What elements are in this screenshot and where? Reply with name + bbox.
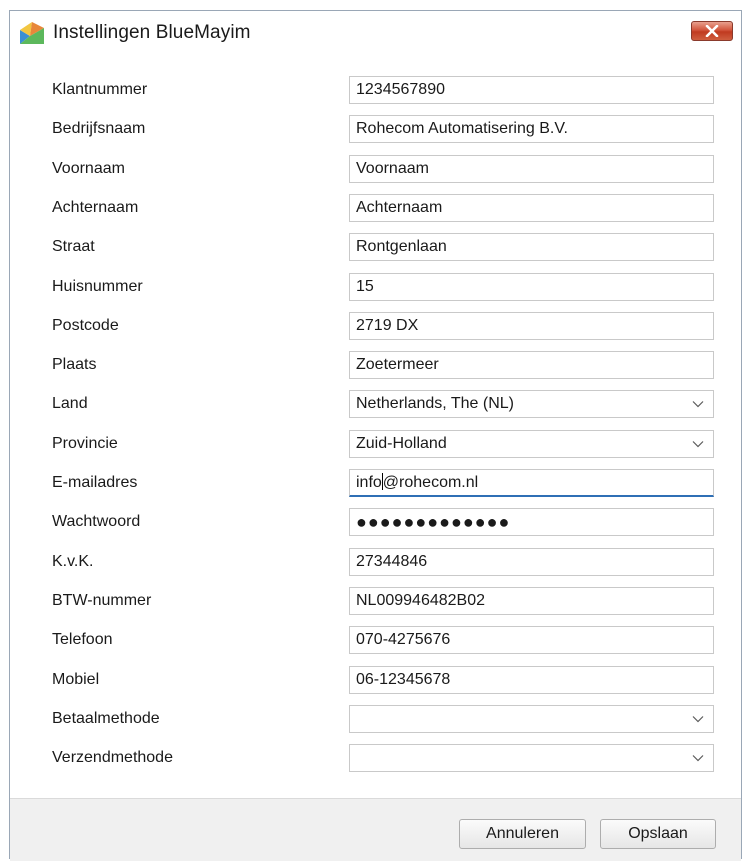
verzendmethode-dropdown[interactable] <box>349 744 714 772</box>
form-row-voornaam: Voornaam Voornaam <box>10 155 741 183</box>
label-mobiel: Mobiel <box>52 671 100 688</box>
btw-nummer-input[interactable]: NL009946482B02 <box>349 587 714 615</box>
form-row-telefoon: Telefoon 070-4275676 <box>10 626 741 654</box>
form-row-k-v-k: K.v.K. 27344846 <box>10 548 741 576</box>
form-row-e-mailadres: E-mailadres info@rohecom.nl <box>10 469 741 497</box>
label-bedrijfsnaam: Bedrijfsnaam <box>52 120 146 137</box>
k-v-k-input[interactable]: 27344846 <box>349 548 714 576</box>
plaats-input[interactable]: Zoetermeer <box>349 351 714 379</box>
form-row-postcode: Postcode 2719 DX <box>10 312 741 340</box>
label-postcode: Postcode <box>52 317 119 334</box>
chevron-down-icon <box>692 401 704 408</box>
form-row-betaalmethode: Betaalmethode <box>10 705 741 733</box>
label-betaalmethode: Betaalmethode <box>52 710 160 727</box>
betaalmethode-dropdown[interactable] <box>349 705 714 733</box>
chevron-down-icon <box>692 716 704 723</box>
label-klantnummer: Klantnummer <box>52 81 148 98</box>
straat-input[interactable]: Rontgenlaan <box>349 233 714 261</box>
chevron-down-icon <box>692 755 704 762</box>
provincie-selected-value: Zuid-Holland <box>356 435 447 452</box>
voornaam-input[interactable]: Voornaam <box>349 155 714 183</box>
app-logo-icon <box>20 22 44 44</box>
e-mailadres-text-after-cursor: @rohecom.nl <box>382 474 479 491</box>
form-row-klantnummer: Klantnummer 1234567890 <box>10 76 741 104</box>
title-bar[interactable]: Instellingen BlueMayim <box>10 11 741 55</box>
land-dropdown[interactable]: Netherlands, The (NL) <box>349 390 714 418</box>
telefoon-input[interactable]: 070-4275676 <box>349 626 714 654</box>
label-btw-nummer: BTW-nummer <box>52 592 152 609</box>
close-button[interactable] <box>691 21 733 41</box>
form-row-btw-nummer: BTW-nummer NL009946482B02 <box>10 587 741 615</box>
form-row-land: Land Netherlands, The (NL) <box>10 390 741 418</box>
settings-dialog: Instellingen BlueMayim Klantnummer 123456… <box>9 10 742 861</box>
chevron-down-icon <box>692 441 704 448</box>
label-telefoon: Telefoon <box>52 631 113 648</box>
achternaam-input[interactable]: Achternaam <box>349 194 714 222</box>
bedrijfsnaam-input[interactable]: Rohecom Automatisering B.V. <box>349 115 714 143</box>
mobiel-input[interactable]: 06-12345678 <box>349 666 714 694</box>
label-verzendmethode: Verzendmethode <box>52 749 173 766</box>
form-row-verzendmethode: Verzendmethode <box>10 744 741 772</box>
postcode-input[interactable]: 2719 DX <box>349 312 714 340</box>
cancel-button[interactable]: Annuleren <box>459 819 586 849</box>
save-button[interactable]: Opslaan <box>600 819 716 849</box>
window-title: Instellingen BlueMayim <box>53 22 251 43</box>
button-bar: Annuleren Opslaan <box>10 798 741 861</box>
close-icon <box>705 25 719 37</box>
form-row-straat: Straat Rontgenlaan <box>10 233 741 261</box>
klantnummer-input[interactable]: 1234567890 <box>349 76 714 104</box>
form-row-provincie: Provincie Zuid-Holland <box>10 430 741 458</box>
land-selected-value: Netherlands, The (NL) <box>356 395 514 412</box>
e-mailadres-text-before-cursor: info <box>356 474 382 491</box>
form-row-mobiel: Mobiel 06-12345678 <box>10 666 741 694</box>
label-straat: Straat <box>52 238 95 255</box>
e-mailadres-input[interactable]: info@rohecom.nl <box>349 469 714 497</box>
form-row-plaats: Plaats Zoetermeer <box>10 351 741 379</box>
label-huisnummer: Huisnummer <box>52 278 143 295</box>
form-row-bedrijfsnaam: Bedrijfsnaam Rohecom Automatisering B.V. <box>10 115 741 143</box>
form-row-achternaam: Achternaam Achternaam <box>10 194 741 222</box>
label-wachtwoord: Wachtwoord <box>52 513 141 530</box>
label-e-mailadres: E-mailadres <box>52 474 138 491</box>
label-plaats: Plaats <box>52 356 97 373</box>
form-row-huisnummer: Huisnummer 15 <box>10 273 741 301</box>
label-voornaam: Voornaam <box>52 160 125 177</box>
huisnummer-input[interactable]: 15 <box>349 273 714 301</box>
label-achternaam: Achternaam <box>52 199 139 216</box>
label-k-v-k: K.v.K. <box>52 553 94 570</box>
provincie-dropdown[interactable]: Zuid-Holland <box>349 430 714 458</box>
label-provincie: Provincie <box>52 435 118 452</box>
label-land: Land <box>52 395 88 412</box>
wachtwoord-input[interactable]: ●●●●●●●●●●●●● <box>349 508 714 536</box>
form-row-wachtwoord: Wachtwoord ●●●●●●●●●●●●● <box>10 508 741 536</box>
